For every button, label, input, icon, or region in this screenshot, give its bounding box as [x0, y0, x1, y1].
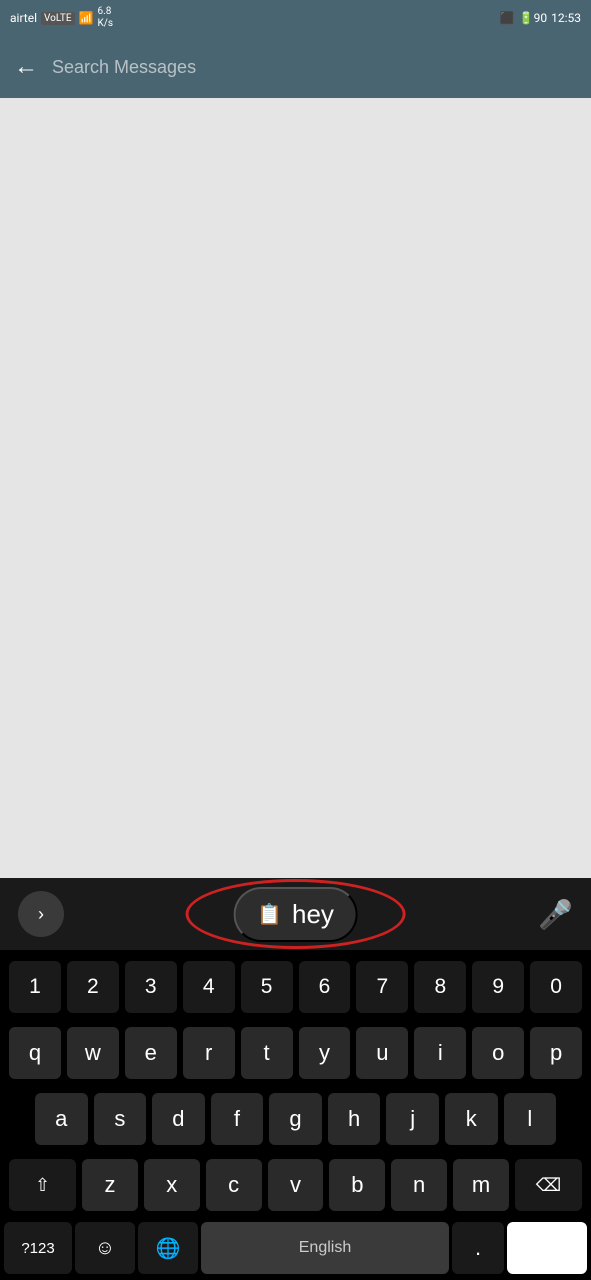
bottom-row: ?123 ☺ 🌐 English .	[0, 1218, 591, 1280]
status-left: airtel VoLTE 📶 6.8K/s	[10, 6, 113, 30]
key-z[interactable]: z	[82, 1159, 138, 1211]
key-0[interactable]: 0	[530, 961, 582, 1013]
keyboard-rows: 1 2 3 4 5 6 7 8 9 0 q w e r t y u i o p …	[0, 950, 591, 1218]
expand-icon: ›	[38, 904, 44, 925]
emoji-icon: ☺	[95, 1237, 115, 1260]
key-1[interactable]: 1	[9, 961, 61, 1013]
key-d[interactable]: d	[152, 1093, 205, 1145]
number-row: 1 2 3 4 5 6 7 8 9 0	[4, 954, 587, 1020]
key-x[interactable]: x	[144, 1159, 200, 1211]
key-r[interactable]: r	[183, 1027, 235, 1079]
key-5[interactable]: 5	[241, 961, 293, 1013]
key-s[interactable]: s	[94, 1093, 147, 1145]
shift-button[interactable]: ⇧	[9, 1159, 76, 1211]
space-button[interactable]: English	[201, 1222, 449, 1274]
key-h[interactable]: h	[328, 1093, 381, 1145]
key-9[interactable]: 9	[472, 961, 524, 1013]
space-label: English	[299, 1239, 351, 1257]
delete-button[interactable]: ⌫	[515, 1159, 582, 1211]
key-o[interactable]: o	[472, 1027, 524, 1079]
back-button[interactable]: ←	[14, 55, 38, 79]
key-v[interactable]: v	[268, 1159, 324, 1211]
key-p[interactable]: p	[530, 1027, 582, 1079]
main-content	[0, 98, 591, 878]
search-input[interactable]	[52, 57, 577, 78]
signal-icon: 📶	[79, 11, 94, 25]
key-a[interactable]: a	[35, 1093, 88, 1145]
search-header: ←	[0, 36, 591, 98]
key-k[interactable]: k	[445, 1093, 498, 1145]
key-q[interactable]: q	[9, 1027, 61, 1079]
mic-button[interactable]: 🎤	[538, 898, 573, 931]
key-g[interactable]: g	[269, 1093, 322, 1145]
clipboard-icon: 📋	[257, 902, 282, 927]
suggestion-bar: › 📋 hey 🎤	[0, 878, 591, 950]
key-u[interactable]: u	[356, 1027, 408, 1079]
period-button[interactable]: .	[452, 1222, 504, 1274]
key-c[interactable]: c	[206, 1159, 262, 1211]
status-right: ⬛ 🔋90 12:53	[500, 11, 581, 25]
key-l[interactable]: l	[504, 1093, 557, 1145]
status-bar: airtel VoLTE 📶 6.8K/s ⬛ 🔋90 12:53	[0, 0, 591, 36]
key-i[interactable]: i	[414, 1027, 466, 1079]
key-2[interactable]: 2	[67, 961, 119, 1013]
globe-icon: 🌐	[156, 1236, 181, 1261]
network-label: VoLTE	[41, 12, 75, 25]
battery-label: 🔋90	[519, 11, 547, 25]
key-n[interactable]: n	[391, 1159, 447, 1211]
key-6[interactable]: 6	[299, 961, 351, 1013]
expand-suggestions-button[interactable]: ›	[18, 891, 64, 937]
suggestion-pill-hey[interactable]: 📋 hey	[233, 887, 358, 942]
emoji-button[interactable]: ☺	[75, 1222, 135, 1274]
speed-label: 6.8K/s	[98, 6, 114, 30]
carrier-label: airtel	[10, 11, 37, 25]
key-m[interactable]: m	[453, 1159, 509, 1211]
key-y[interactable]: y	[299, 1027, 351, 1079]
language-button[interactable]: 🌐	[138, 1222, 198, 1274]
key-w[interactable]: w	[67, 1027, 119, 1079]
enter-button[interactable]	[507, 1222, 587, 1274]
key-f[interactable]: f	[211, 1093, 264, 1145]
time-label: 12:53	[551, 11, 581, 25]
special-chars-button[interactable]: ?123	[4, 1222, 72, 1274]
screen-rotation-icon: ⬛	[500, 11, 515, 25]
suggestion-text: hey	[292, 899, 334, 930]
key-e[interactable]: e	[125, 1027, 177, 1079]
suggestion-center: 📋 hey	[233, 887, 358, 942]
key-j[interactable]: j	[386, 1093, 439, 1145]
key-8[interactable]: 8	[414, 961, 466, 1013]
key-t[interactable]: t	[241, 1027, 293, 1079]
keyboard: › 📋 hey 🎤 1 2 3 4 5 6 7 8 9 0	[0, 878, 591, 1280]
key-3[interactable]: 3	[125, 961, 177, 1013]
mic-icon: 🎤	[538, 899, 573, 930]
alpha-row-3: ⇧ z x c v b n m ⌫	[4, 1152, 587, 1218]
key-b[interactable]: b	[329, 1159, 385, 1211]
key-4[interactable]: 4	[183, 961, 235, 1013]
alpha-row-2: a s d f g h j k l	[4, 1086, 587, 1152]
alpha-row-1: q w e r t y u i o p	[4, 1020, 587, 1086]
key-7[interactable]: 7	[356, 961, 408, 1013]
